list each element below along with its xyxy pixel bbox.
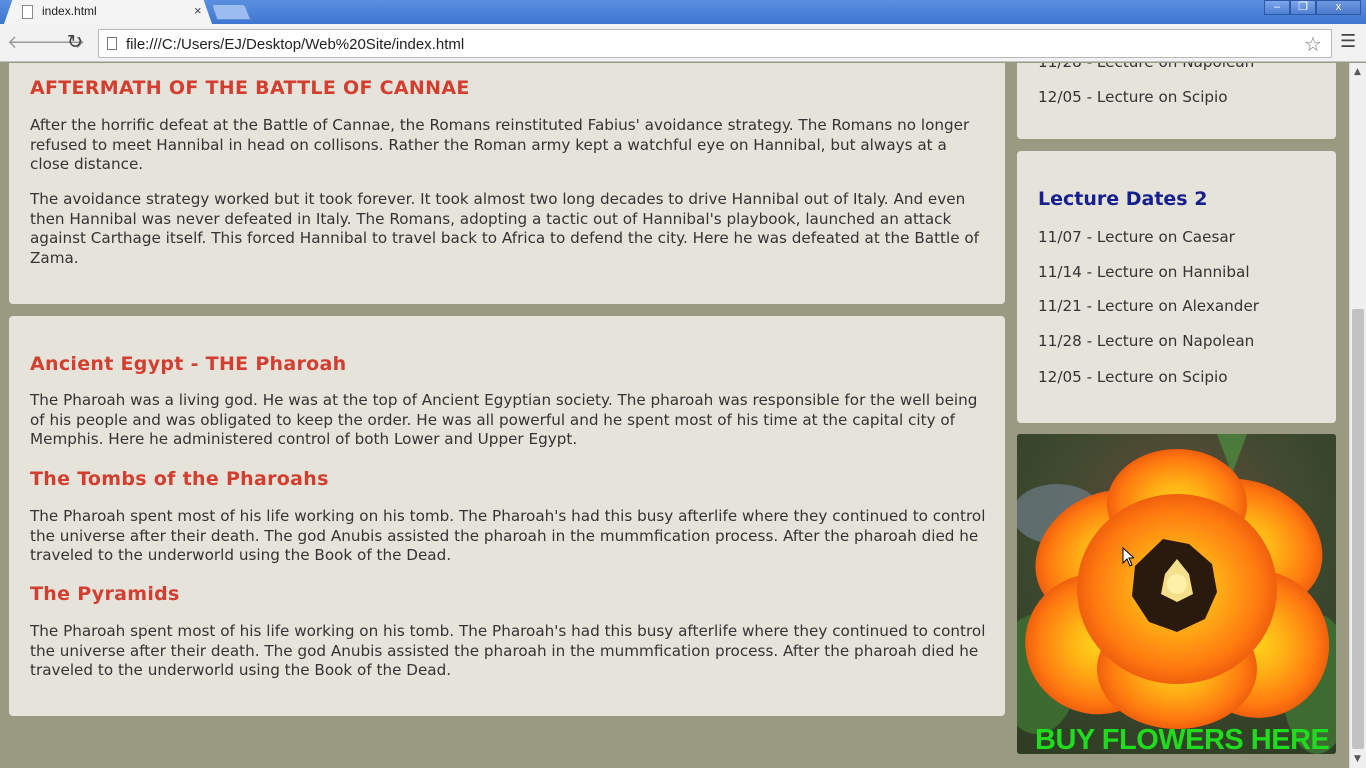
star-icon[interactable]: ☆ bbox=[1304, 32, 1322, 56]
list-item: 12/05 - Lecture on Scipio bbox=[1038, 88, 1228, 106]
tab-title: index.html bbox=[42, 4, 97, 18]
reload-icon[interactable]: ↻ bbox=[67, 31, 83, 53]
section-heading-tombs: The Tombs of the Pharoahs bbox=[30, 468, 329, 490]
browser-toolbar: 🡐 🡒 ↻ file:///C:/Users/EJ/Desktop/Web%20… bbox=[0, 24, 1366, 62]
close-tab-icon[interactable]: × bbox=[194, 3, 202, 18]
mouse-cursor-icon bbox=[1122, 547, 1134, 567]
list-item: 11/07 - Lecture on Caesar bbox=[1038, 228, 1235, 246]
flower-image bbox=[1017, 434, 1336, 754]
main-panel-egypt: Ancient Egypt - THE Pharoah The Pharoah … bbox=[9, 316, 1005, 716]
paragraph: The avoidance strategy worked but it too… bbox=[30, 190, 980, 267]
document-icon bbox=[22, 5, 33, 19]
close-window-button[interactable]: x bbox=[1316, 0, 1361, 15]
sidebar-lecture-dates-2: Lecture Dates 2 11/07 - Lecture on Caesa… bbox=[1017, 151, 1336, 423]
scroll-up-arrow-icon[interactable]: ▲ bbox=[1354, 67, 1361, 77]
paragraph: The Pharoah spent most of his life worki… bbox=[30, 507, 986, 564]
list-item: 12/05 - Lecture on Scipio bbox=[1038, 368, 1228, 386]
paragraph: The Pharoah spent most of his life worki… bbox=[30, 622, 986, 679]
minimize-button[interactable]: – bbox=[1264, 0, 1290, 15]
page-viewport: AFTERMATH OF THE BATTLE OF CANNAE After … bbox=[0, 63, 1349, 768]
restore-button[interactable]: ❐ bbox=[1290, 0, 1316, 15]
browser-titlebar: index.html × – ❐ x bbox=[0, 0, 1366, 24]
address-bar[interactable]: file:///C:/Users/EJ/Desktop/Web%20Site/i… bbox=[98, 29, 1332, 58]
section-heading-cannae: AFTERMATH OF THE BATTLE OF CANNAE bbox=[30, 77, 470, 99]
hamburger-menu-icon[interactable]: ☰ bbox=[1340, 31, 1356, 52]
new-tab-button[interactable] bbox=[211, 4, 251, 20]
main-panel-cannae: AFTERMATH OF THE BATTLE OF CANNAE After … bbox=[9, 63, 1005, 304]
section-heading-pyramids: The Pyramids bbox=[30, 583, 180, 605]
page-icon bbox=[107, 37, 117, 50]
list-item: 11/21 - Lecture on Alexander bbox=[1038, 297, 1260, 315]
page-scrollbar[interactable]: ▲ ▼ bbox=[1349, 63, 1366, 768]
paragraph: After the horrific defeat at the Battle … bbox=[30, 116, 970, 173]
flower-ad[interactable]: BUY FLOWERS HERE bbox=[1017, 434, 1336, 754]
scrollbar-thumb[interactable] bbox=[1352, 309, 1364, 749]
scroll-down-arrow-icon[interactable]: ▼ bbox=[1354, 754, 1361, 764]
lecture-dates-heading: Lecture Dates 2 bbox=[1038, 188, 1208, 210]
url-text[interactable]: file:///C:/Users/EJ/Desktop/Web%20Site/i… bbox=[126, 36, 464, 53]
section-heading-egypt: Ancient Egypt - THE Pharoah bbox=[30, 353, 347, 375]
sidebar-lecture-dates-1: 11/28 - Lecture on Napolean 12/05 - Lect… bbox=[1017, 63, 1336, 139]
ad-caption[interactable]: BUY FLOWERS HERE bbox=[1035, 724, 1330, 754]
list-item: 11/28 - Lecture on Napolean bbox=[1038, 63, 1254, 71]
list-item: 11/14 - Lecture on Hannibal bbox=[1038, 263, 1250, 281]
list-item: 11/28 - Lecture on Napolean bbox=[1038, 332, 1255, 350]
browser-tab[interactable]: index.html × bbox=[4, 0, 212, 24]
paragraph: The Pharoah was a living god. He was at … bbox=[30, 391, 978, 448]
